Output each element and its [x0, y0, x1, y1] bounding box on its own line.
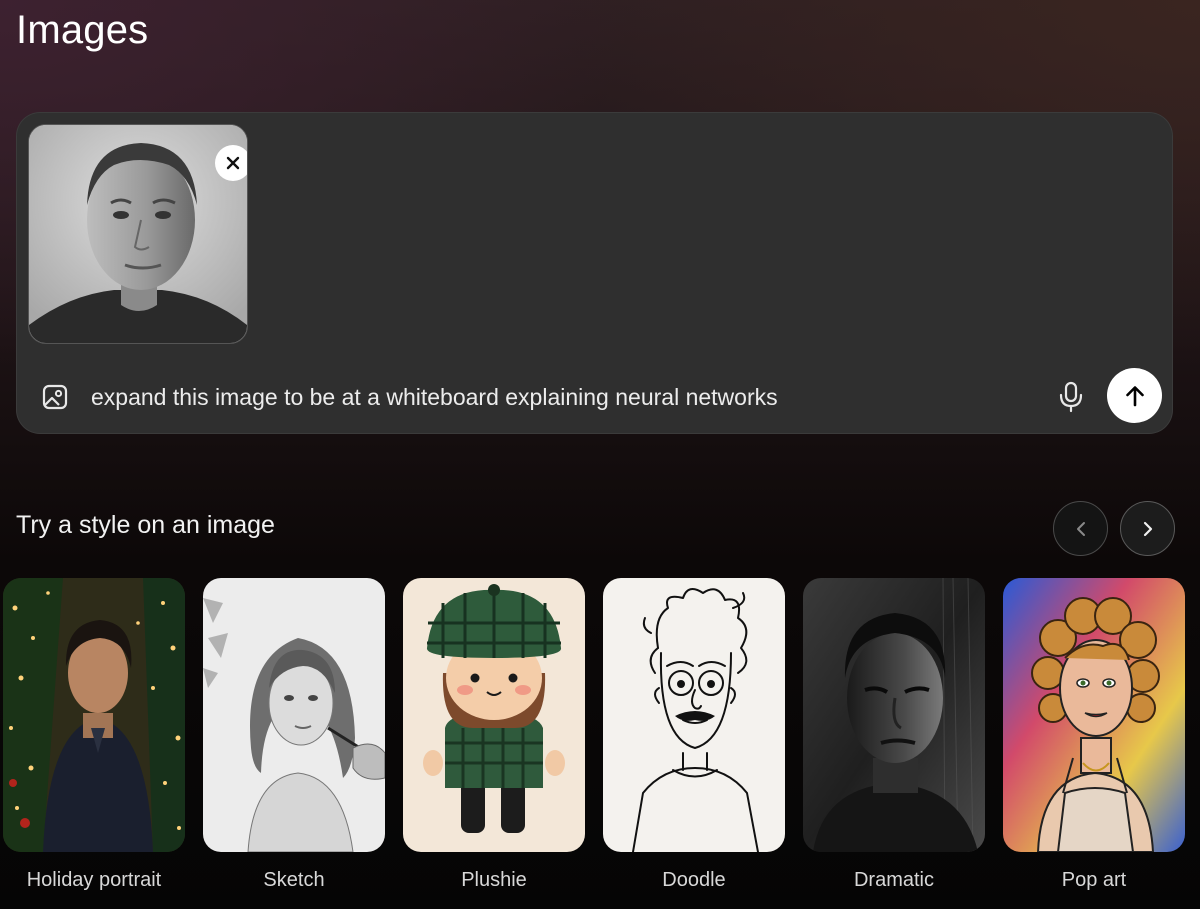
- styles-section-title: Try a style on an image: [16, 511, 275, 539]
- chevron-left-icon: [1076, 521, 1085, 536]
- style-label: Doodle: [662, 869, 726, 891]
- carousel-prev-button[interactable]: [1053, 501, 1108, 556]
- style-label: Dramatic: [853, 869, 934, 891]
- prompt-row: [16, 368, 1173, 424]
- style-card-doodle[interactable]: Doodle: [603, 578, 785, 892]
- style-card-plushie[interactable]: Plushie: [403, 578, 585, 892]
- attached-portrait-image: [29, 125, 247, 343]
- style-card-sketch[interactable]: Sketch: [203, 578, 385, 892]
- remove-attachment-button[interactable]: [215, 145, 247, 181]
- microphone-button[interactable]: [1056, 380, 1086, 414]
- style-carousel: Holiday portrait Sketch Plushie Doodle D…: [3, 578, 1200, 908]
- style-card-pop-art[interactable]: Pop art: [1003, 578, 1185, 892]
- style-thumbnail: [403, 578, 585, 852]
- style-thumbnail: [803, 578, 985, 852]
- style-label: Plushie: [461, 869, 527, 891]
- style-thumbnail: [3, 578, 185, 852]
- prompt-input[interactable]: [91, 384, 1011, 411]
- style-card-dramatic[interactable]: Dramatic: [803, 578, 985, 892]
- style-thumbnail: [1003, 578, 1185, 852]
- image-upload-button[interactable]: [40, 382, 70, 412]
- style-label: Holiday portrait: [26, 869, 162, 891]
- arrow-up-icon: [1125, 385, 1144, 406]
- style-label: Pop art: [1061, 869, 1127, 891]
- send-button[interactable]: [1107, 368, 1162, 423]
- close-icon: [226, 156, 240, 170]
- attached-image-thumbnail[interactable]: [28, 124, 248, 344]
- microphone-icon: [1059, 381, 1083, 413]
- page-title: Images: [16, 8, 149, 52]
- image-upload-icon: [42, 384, 68, 410]
- prompt-composer: [16, 112, 1173, 434]
- style-thumbnail: [203, 578, 385, 852]
- style-label: Sketch: [263, 869, 325, 891]
- carousel-next-button[interactable]: [1120, 501, 1175, 556]
- chevron-right-icon: [1143, 521, 1152, 536]
- style-thumbnail: [603, 578, 785, 852]
- style-card-holiday-portrait[interactable]: Holiday portrait: [3, 578, 185, 892]
